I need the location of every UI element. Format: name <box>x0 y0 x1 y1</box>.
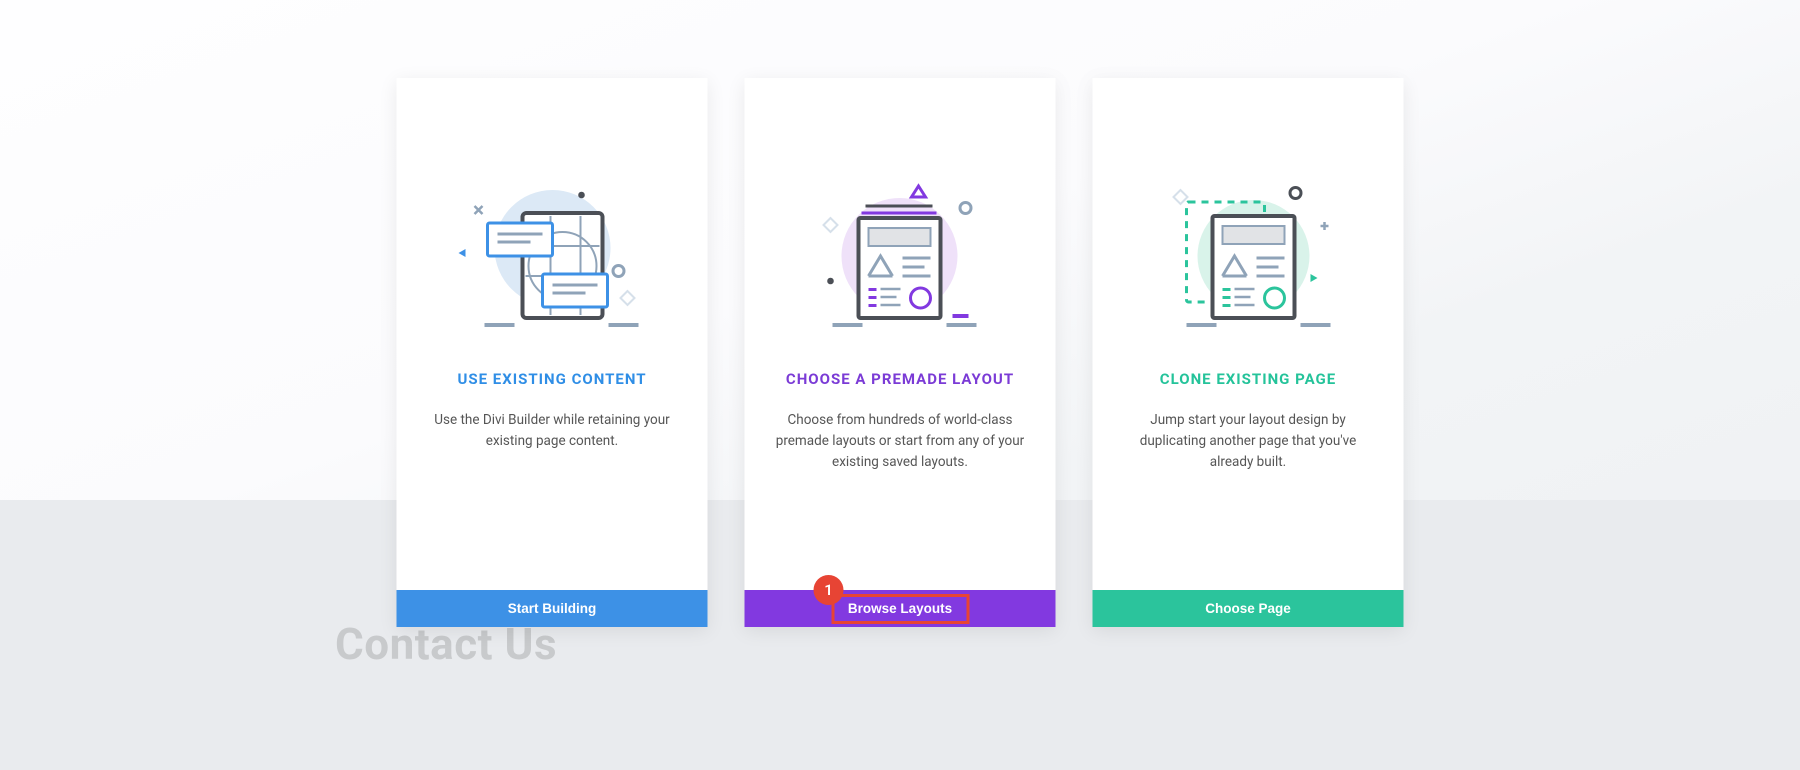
card-row: USE EXISTING CONTENT Use the Divi Builde… <box>397 78 1404 627</box>
card-title: CHOOSE A PREMADE LAYOUT <box>786 370 1014 388</box>
card-use-existing: USE EXISTING CONTENT Use the Divi Builde… <box>397 78 708 627</box>
illustration-premade-layout-icon <box>745 78 1056 338</box>
illustration-existing-content-icon <box>397 78 708 338</box>
browse-layouts-button[interactable]: Browse Layouts <box>745 590 1056 627</box>
choose-page-button[interactable]: Choose Page <box>1093 590 1404 627</box>
card-premade-layout: CHOOSE A PREMADE LAYOUT Choose from hund… <box>745 78 1056 627</box>
card-title: USE EXISTING CONTENT <box>457 370 646 388</box>
card-clone-page: CLONE EXISTING PAGE Jump start your layo… <box>1093 78 1404 627</box>
annotation-badge-1: 1 <box>814 575 844 605</box>
start-building-button[interactable]: Start Building <box>397 590 708 627</box>
card-description: Use the Divi Builder while retaining you… <box>397 410 708 452</box>
card-description: Jump start your layout design by duplica… <box>1093 410 1404 473</box>
illustration-clone-page-icon <box>1093 78 1404 338</box>
card-title: CLONE EXISTING PAGE <box>1160 370 1336 388</box>
card-description: Choose from hundreds of world-class prem… <box>745 410 1056 473</box>
